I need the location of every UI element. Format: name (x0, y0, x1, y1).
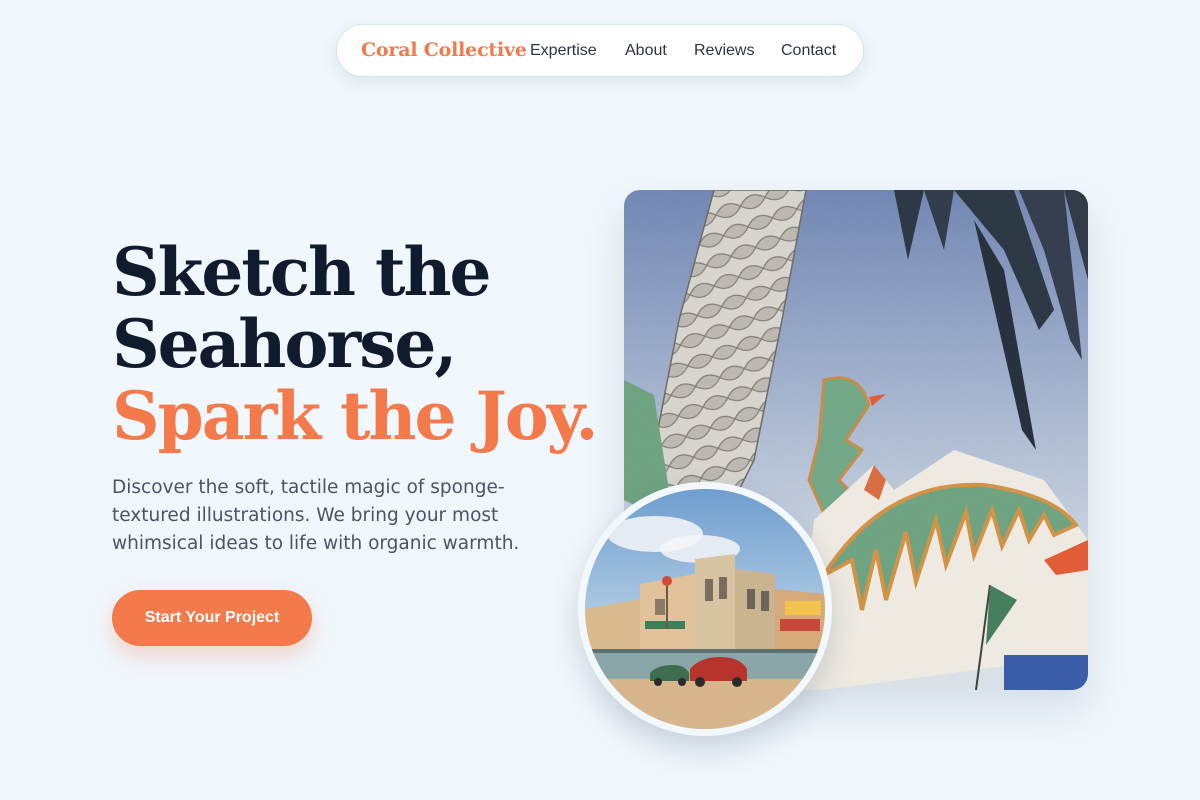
hero-description: Discover the soft, tactile magic of spon… (112, 477, 520, 554)
nav-link-about[interactable]: About (625, 42, 667, 60)
start-project-button[interactable]: Start Your Project (112, 590, 312, 646)
hero-title-accent: Spark the Joy. (112, 377, 598, 455)
street-scene-image (578, 482, 832, 736)
top-navigation: Coral Collective Expertise About Reviews… (336, 24, 864, 77)
nav-link-contact[interactable]: Contact (781, 42, 836, 60)
hero-title: Sketch the Seahorse, Spark the Joy. (112, 233, 598, 455)
nav-link-reviews[interactable]: Reviews (694, 42, 754, 60)
brand-logo[interactable]: Coral Collective (361, 39, 527, 61)
nav-link-expertise[interactable]: Expertise (530, 42, 597, 60)
hero-title-line-1: Sketch the (112, 233, 491, 311)
hero-title-line-2: Seahorse, (112, 305, 457, 383)
